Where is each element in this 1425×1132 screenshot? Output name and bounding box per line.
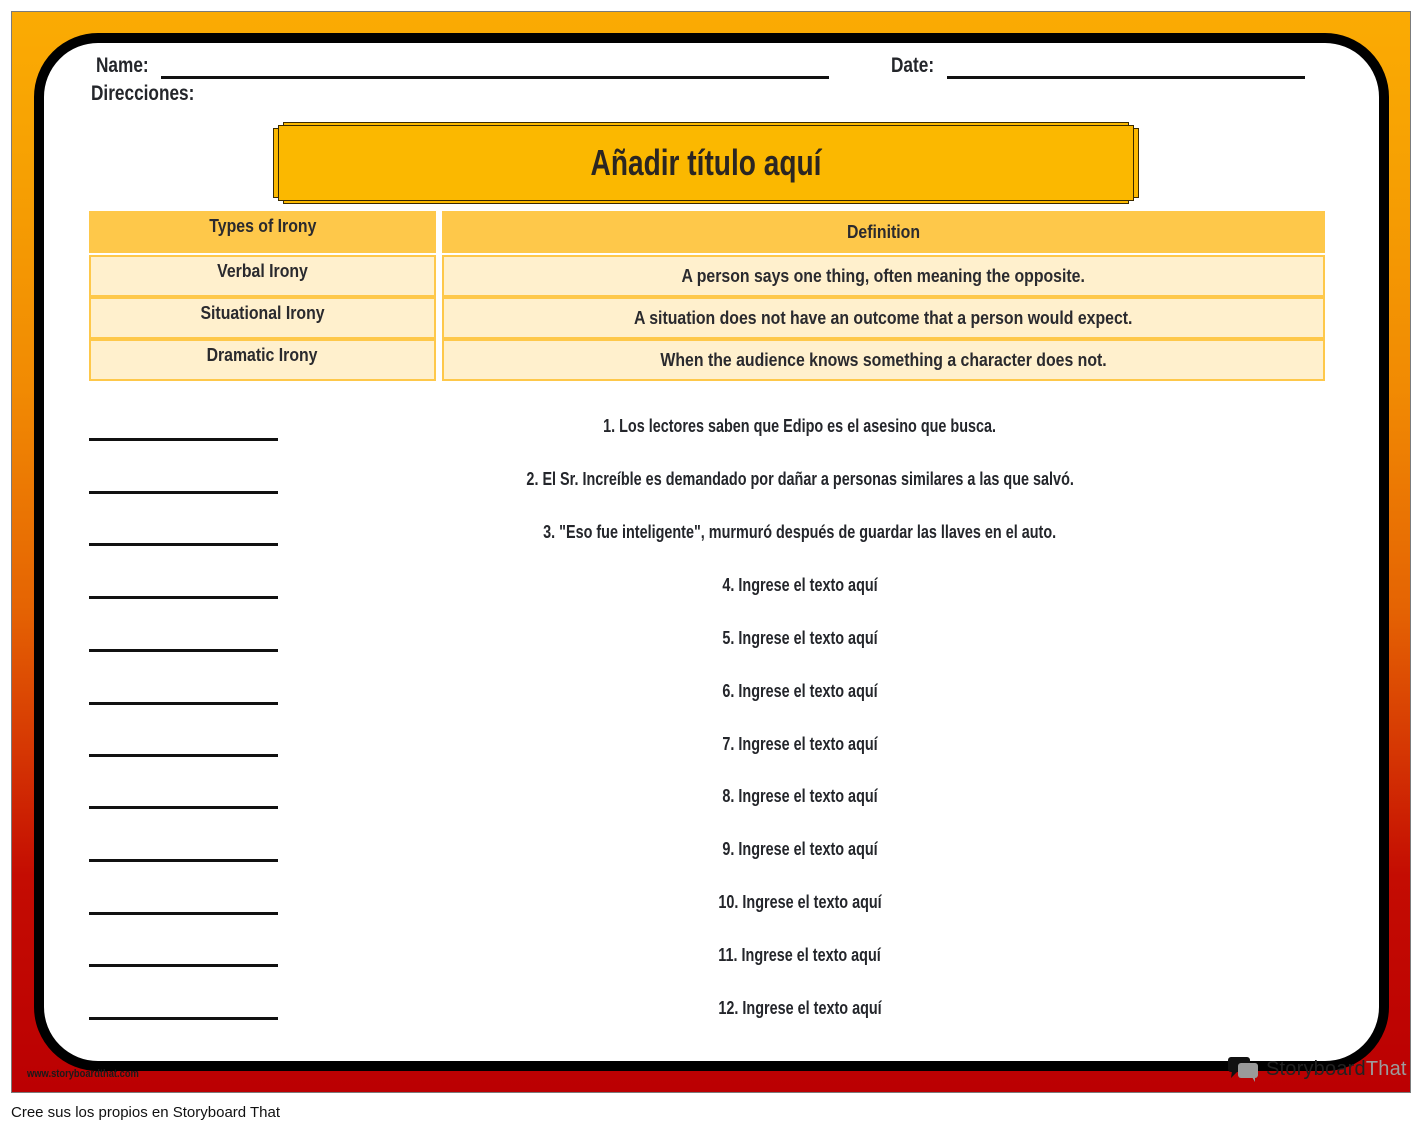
question-item: 10. Ingrese el texto aquí <box>718 892 882 912</box>
storyboardthat-logo[interactable]: StoryboardThat <box>1228 1056 1407 1082</box>
answer-line[interactable] <box>89 912 278 915</box>
answer-line[interactable] <box>89 806 278 809</box>
date-label: Date: <box>891 54 935 77</box>
question-item: 2. El Sr. Increíble es demandado por dañ… <box>526 469 1074 489</box>
answer-line[interactable] <box>89 649 278 652</box>
question-item: 1. Los lectores saben que Edipo es el as… <box>603 416 997 436</box>
name-field-line[interactable] <box>161 76 829 79</box>
table-row-definition: A situation does not have an outcome tha… <box>442 297 1325 339</box>
answer-line[interactable] <box>89 964 278 967</box>
directions-label: Direcciones: <box>91 82 195 105</box>
question-item: 8. Ingrese el texto aquí <box>722 786 878 806</box>
answer-line[interactable] <box>89 491 278 494</box>
site-url[interactable]: www.storyboardthat.com <box>27 1068 139 1080</box>
question-item: 3. "Eso fue inteligente", murmuró despué… <box>543 522 1057 542</box>
question-item: 9. Ingrese el texto aquí <box>722 839 878 859</box>
footer-caption[interactable]: Cree sus los propios en Storyboard That <box>11 1104 280 1121</box>
table-row-type: Verbal Irony <box>89 255 436 297</box>
speech-bubbles-icon <box>1228 1057 1258 1082</box>
title-banner[interactable]: Añadir título aquí <box>273 122 1139 204</box>
question-item: 6. Ingrese el texto aquí <box>722 681 878 701</box>
table-row-type: Dramatic Irony <box>89 339 436 381</box>
table-header-definition: Definition <box>442 211 1325 253</box>
answer-line[interactable] <box>89 543 278 546</box>
answer-line[interactable] <box>89 1017 278 1020</box>
answer-line[interactable] <box>89 438 278 441</box>
worksheet-title: Añadir título aquí <box>590 142 822 183</box>
table-row-type: Situational Irony <box>89 297 436 339</box>
answer-line[interactable] <box>89 596 278 599</box>
name-label: Name: <box>96 54 149 77</box>
answer-line[interactable] <box>89 702 278 705</box>
question-item: 5. Ingrese el texto aquí <box>722 628 878 648</box>
question-item: 12. Ingrese el texto aquí <box>718 998 882 1018</box>
date-field-line[interactable] <box>947 76 1305 79</box>
table-header-type: Types of Irony <box>89 211 436 253</box>
question-item: 4. Ingrese el texto aquí <box>722 575 878 595</box>
question-item: 11. Ingrese el texto aquí <box>718 945 882 965</box>
question-item: 7. Ingrese el texto aquí <box>722 734 878 754</box>
answer-line[interactable] <box>89 754 278 757</box>
table-row-definition: When the audience knows something a char… <box>442 339 1325 381</box>
answer-line[interactable] <box>89 859 278 862</box>
table-row-definition: A person says one thing, often meaning t… <box>442 255 1325 297</box>
